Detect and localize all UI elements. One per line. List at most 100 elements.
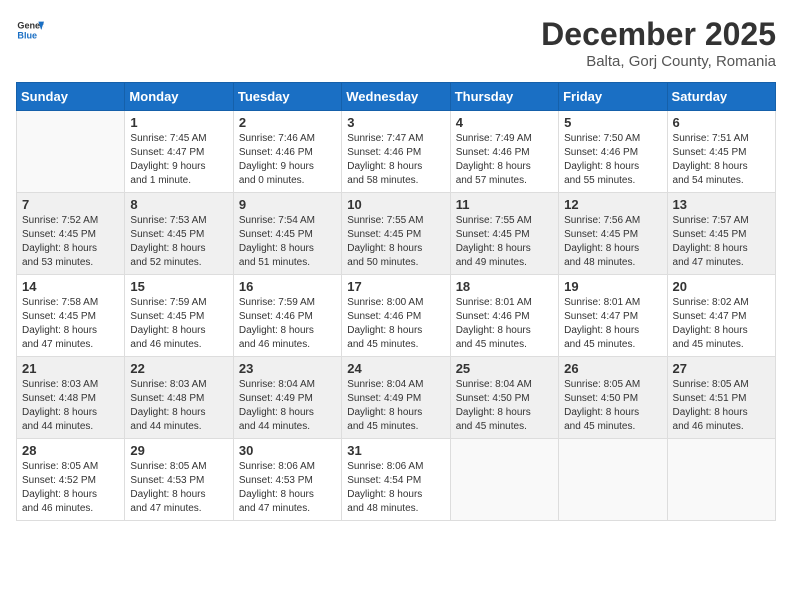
calendar-body: 1 Sunrise: 7:45 AM Sunset: 4:47 PM Daylig… bbox=[17, 111, 776, 521]
calendar-cell: 28Sunrise: 8:05 AM Sunset: 4:52 PM Dayli… bbox=[17, 439, 125, 521]
day-number: 12 bbox=[564, 197, 661, 212]
day-number: 16 bbox=[239, 279, 336, 294]
calendar-cell: 2 Sunrise: 7:46 AM Sunset: 4:46 PM Daylig… bbox=[233, 111, 341, 193]
day-info: Sunrise: 7:47 AM Sunset: 4:46 PM Dayligh… bbox=[347, 132, 444, 188]
day-info: Sunrise: 8:01 AM Sunset: 4:47 PM Dayligh… bbox=[564, 296, 661, 352]
calendar-cell: 4 Sunrise: 7:49 AM Sunset: 4:46 PM Daylig… bbox=[450, 111, 558, 193]
day-info: Sunrise: 7:45 AM Sunset: 4:47 PM Dayligh… bbox=[130, 132, 227, 188]
day-number: 6 bbox=[673, 115, 770, 130]
day-number: 2 bbox=[239, 115, 336, 130]
column-header-monday: Monday bbox=[125, 83, 233, 111]
day-info: Sunrise: 7:52 AM Sunset: 4:45 PM Dayligh… bbox=[22, 214, 119, 270]
day-number: 5 bbox=[564, 115, 661, 130]
calendar-cell: 7 Sunrise: 7:52 AM Sunset: 4:45 PM Daylig… bbox=[17, 193, 125, 275]
day-info: Sunrise: 8:06 AM Sunset: 4:54 PM Dayligh… bbox=[347, 460, 444, 516]
day-number: 8 bbox=[130, 197, 227, 212]
column-header-wednesday: Wednesday bbox=[342, 83, 450, 111]
title-area: December 2025 Balta, Gorj County, Romani… bbox=[541, 16, 776, 70]
day-info: Sunrise: 7:59 AM Sunset: 4:45 PM Dayligh… bbox=[130, 296, 227, 352]
calendar-row: 7 Sunrise: 7:52 AM Sunset: 4:45 PM Daylig… bbox=[17, 193, 776, 275]
day-info: Sunrise: 7:51 AM Sunset: 4:45 PM Dayligh… bbox=[673, 132, 770, 188]
calendar-table: SundayMondayTuesdayWednesdayThursdayFrid… bbox=[16, 82, 776, 521]
calendar-cell: 13 Sunrise: 7:57 AM Sunset: 4:45 PM Dayli… bbox=[667, 193, 775, 275]
day-number: 20 bbox=[673, 279, 770, 294]
day-info: Sunrise: 8:03 AM Sunset: 4:48 PM Dayligh… bbox=[22, 378, 119, 434]
location-title: Balta, Gorj County, Romania bbox=[541, 53, 776, 70]
calendar-cell: 12 Sunrise: 7:56 AM Sunset: 4:45 PM Dayli… bbox=[559, 193, 667, 275]
day-info: Sunrise: 8:06 AM Sunset: 4:53 PM Dayligh… bbox=[239, 460, 336, 516]
day-number: 25 bbox=[456, 361, 553, 376]
column-header-saturday: Saturday bbox=[667, 83, 775, 111]
calendar-cell: 26Sunrise: 8:05 AM Sunset: 4:50 PM Dayli… bbox=[559, 357, 667, 439]
calendar-cell: 29 Sunrise: 8:05 AM Sunset: 4:53 PM Dayli… bbox=[125, 439, 233, 521]
day-info: Sunrise: 7:46 AM Sunset: 4:46 PM Dayligh… bbox=[239, 132, 336, 188]
calendar-cell: 14 Sunrise: 7:58 AM Sunset: 4:45 PM Dayli… bbox=[17, 275, 125, 357]
column-header-tuesday: Tuesday bbox=[233, 83, 341, 111]
calendar-cell: 8 Sunrise: 7:53 AM Sunset: 4:45 PM Daylig… bbox=[125, 193, 233, 275]
day-number: 22 bbox=[130, 361, 227, 376]
day-info: Sunrise: 7:55 AM Sunset: 4:45 PM Dayligh… bbox=[347, 214, 444, 270]
month-title: December 2025 bbox=[541, 16, 776, 53]
day-info: Sunrise: 7:57 AM Sunset: 4:45 PM Dayligh… bbox=[673, 214, 770, 270]
calendar-cell: 17Sunrise: 8:00 AM Sunset: 4:46 PM Dayli… bbox=[342, 275, 450, 357]
column-header-sunday: Sunday bbox=[17, 83, 125, 111]
day-info: Sunrise: 8:04 AM Sunset: 4:50 PM Dayligh… bbox=[456, 378, 553, 434]
calendar-cell bbox=[667, 439, 775, 521]
calendar-cell: 19Sunrise: 8:01 AM Sunset: 4:47 PM Dayli… bbox=[559, 275, 667, 357]
column-header-thursday: Thursday bbox=[450, 83, 558, 111]
day-number: 1 bbox=[130, 115, 227, 130]
calendar-cell: 23 Sunrise: 8:04 AM Sunset: 4:49 PM Dayli… bbox=[233, 357, 341, 439]
day-number: 29 bbox=[130, 443, 227, 458]
calendar-cell: 10 Sunrise: 7:55 AM Sunset: 4:45 PM Dayli… bbox=[342, 193, 450, 275]
day-info: Sunrise: 8:02 AM Sunset: 4:47 PM Dayligh… bbox=[673, 296, 770, 352]
day-number: 23 bbox=[239, 361, 336, 376]
calendar-cell: 20 Sunrise: 8:02 AM Sunset: 4:47 PM Dayli… bbox=[667, 275, 775, 357]
calendar-cell: 30 Sunrise: 8:06 AM Sunset: 4:53 PM Dayli… bbox=[233, 439, 341, 521]
day-info: Sunrise: 7:54 AM Sunset: 4:45 PM Dayligh… bbox=[239, 214, 336, 270]
svg-text:Blue: Blue bbox=[17, 30, 37, 40]
day-info: Sunrise: 7:56 AM Sunset: 4:45 PM Dayligh… bbox=[564, 214, 661, 270]
day-number: 14 bbox=[22, 279, 119, 294]
day-info: Sunrise: 8:05 AM Sunset: 4:53 PM Dayligh… bbox=[130, 460, 227, 516]
day-info: Sunrise: 8:03 AM Sunset: 4:48 PM Dayligh… bbox=[130, 378, 227, 434]
day-number: 24 bbox=[347, 361, 444, 376]
day-number: 7 bbox=[22, 197, 119, 212]
day-number: 3 bbox=[347, 115, 444, 130]
day-number: 26 bbox=[564, 361, 661, 376]
day-number: 4 bbox=[456, 115, 553, 130]
day-info: Sunrise: 8:01 AM Sunset: 4:46 PM Dayligh… bbox=[456, 296, 553, 352]
day-info: Sunrise: 8:04 AM Sunset: 4:49 PM Dayligh… bbox=[239, 378, 336, 434]
day-info: Sunrise: 7:58 AM Sunset: 4:45 PM Dayligh… bbox=[22, 296, 119, 352]
day-number: 9 bbox=[239, 197, 336, 212]
day-info: Sunrise: 8:05 AM Sunset: 4:51 PM Dayligh… bbox=[673, 378, 770, 434]
column-header-friday: Friday bbox=[559, 83, 667, 111]
calendar-cell bbox=[450, 439, 558, 521]
calendar-row: 21 Sunrise: 8:03 AM Sunset: 4:48 PM Dayli… bbox=[17, 357, 776, 439]
day-info: Sunrise: 7:49 AM Sunset: 4:46 PM Dayligh… bbox=[456, 132, 553, 188]
day-number: 28 bbox=[22, 443, 119, 458]
day-number: 10 bbox=[347, 197, 444, 212]
calendar-row: 14 Sunrise: 7:58 AM Sunset: 4:45 PM Dayli… bbox=[17, 275, 776, 357]
day-number: 30 bbox=[239, 443, 336, 458]
calendar-row: 28Sunrise: 8:05 AM Sunset: 4:52 PM Dayli… bbox=[17, 439, 776, 521]
day-info: Sunrise: 8:00 AM Sunset: 4:46 PM Dayligh… bbox=[347, 296, 444, 352]
calendar-cell: 27Sunrise: 8:05 AM Sunset: 4:51 PM Dayli… bbox=[667, 357, 775, 439]
calendar-cell: 5 Sunrise: 7:50 AM Sunset: 4:46 PM Daylig… bbox=[559, 111, 667, 193]
day-info: Sunrise: 7:53 AM Sunset: 4:45 PM Dayligh… bbox=[130, 214, 227, 270]
day-number: 13 bbox=[673, 197, 770, 212]
calendar-header-row: SundayMondayTuesdayWednesdayThursdayFrid… bbox=[17, 83, 776, 111]
day-number: 31 bbox=[347, 443, 444, 458]
day-number: 21 bbox=[22, 361, 119, 376]
day-info: Sunrise: 8:04 AM Sunset: 4:49 PM Dayligh… bbox=[347, 378, 444, 434]
calendar-cell: 6 Sunrise: 7:51 AM Sunset: 4:45 PM Daylig… bbox=[667, 111, 775, 193]
day-info: Sunrise: 7:55 AM Sunset: 4:45 PM Dayligh… bbox=[456, 214, 553, 270]
calendar-row: 1 Sunrise: 7:45 AM Sunset: 4:47 PM Daylig… bbox=[17, 111, 776, 193]
calendar-cell: 21 Sunrise: 8:03 AM Sunset: 4:48 PM Dayli… bbox=[17, 357, 125, 439]
day-number: 11 bbox=[456, 197, 553, 212]
calendar-cell: 1 Sunrise: 7:45 AM Sunset: 4:47 PM Daylig… bbox=[125, 111, 233, 193]
day-number: 15 bbox=[130, 279, 227, 294]
calendar-cell: 11 Sunrise: 7:55 AM Sunset: 4:45 PM Dayli… bbox=[450, 193, 558, 275]
day-info: Sunrise: 7:50 AM Sunset: 4:46 PM Dayligh… bbox=[564, 132, 661, 188]
page-header: General Blue December 2025 Balta, Gorj C… bbox=[16, 16, 776, 70]
calendar-cell: 24 Sunrise: 8:04 AM Sunset: 4:49 PM Dayli… bbox=[342, 357, 450, 439]
